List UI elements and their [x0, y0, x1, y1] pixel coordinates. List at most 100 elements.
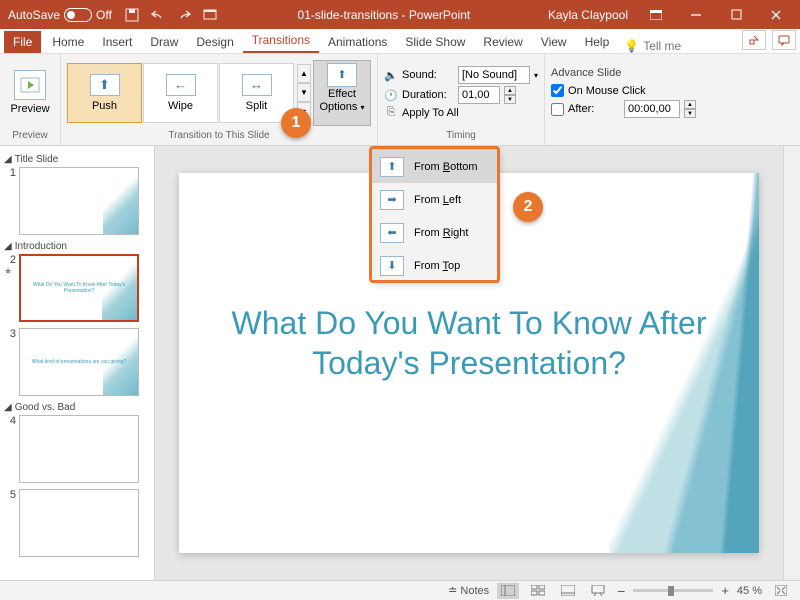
notes-button[interactable]: ≐ Notes [448, 584, 489, 597]
tab-slideshow[interactable]: Slide Show [396, 31, 474, 53]
tab-animations[interactable]: Animations [319, 31, 396, 53]
tab-view[interactable]: View [532, 31, 576, 53]
slide-sorter-view-icon[interactable] [527, 583, 549, 599]
group-preview: Preview [6, 128, 54, 143]
after-up[interactable]: ▲ [684, 100, 696, 109]
save-icon[interactable] [122, 5, 142, 25]
section-title-slide[interactable]: ◢ Title Slide [4, 154, 150, 165]
callout-1: 1 [281, 108, 311, 138]
thumbnail-1[interactable] [19, 167, 139, 235]
from-left-icon: ➡ [380, 190, 404, 210]
apply-all-icon: ⎘ [384, 106, 398, 119]
slide-thumbnail-panel[interactable]: ◢ Title Slide 1 ◢ Introduction 2★ What D… [0, 146, 155, 580]
section-introduction[interactable]: ◢ Introduction [4, 241, 150, 252]
slideshow-view-icon[interactable] [587, 583, 609, 599]
push-icon: ⬆ [90, 74, 120, 96]
thumb-number-4: 4 [4, 415, 16, 427]
tab-help[interactable]: Help [576, 31, 619, 53]
tell-me-label: Tell me [643, 39, 681, 53]
tab-file[interactable]: File [4, 31, 41, 53]
zoom-out-button[interactable]: − [617, 583, 625, 599]
thumb-number-5: 5 [4, 489, 16, 501]
start-from-beginning-icon[interactable] [200, 5, 220, 25]
maximize-icon[interactable] [716, 0, 756, 29]
thumb-number-1: 1 [4, 167, 16, 179]
ribbon-tabs: File Home Insert Draw Design Transitions… [0, 29, 800, 54]
close-icon[interactable] [756, 0, 796, 29]
effect-label1: Effect [328, 89, 356, 100]
tab-draw[interactable]: Draw [141, 31, 187, 53]
split-icon: ↔ [242, 74, 272, 96]
tab-home[interactable]: Home [43, 31, 93, 53]
sound-label: Sound: [402, 69, 454, 81]
normal-view-icon[interactable] [497, 583, 519, 599]
zoom-slider[interactable] [633, 589, 713, 592]
sound-dropdown-icon[interactable] [534, 69, 538, 81]
minimize-icon[interactable] [676, 0, 716, 29]
tab-transitions[interactable]: Transitions [243, 29, 319, 53]
ribbon-display-options-icon[interactable] [636, 0, 676, 29]
on-mouse-click-checkbox[interactable] [551, 84, 564, 97]
gallery-scroll-down[interactable]: ▼ [297, 83, 311, 102]
effect-label2: Options ▾ [320, 102, 365, 113]
undo-icon[interactable] [148, 5, 168, 25]
tab-review[interactable]: Review [474, 31, 531, 53]
on-mouse-click-label[interactable]: On Mouse Click [568, 85, 646, 97]
status-bar: ≐ Notes − + 45 % [0, 580, 800, 600]
transition-gallery: ⬆ Push ← Wipe ↔ Split ▲ ▼ ▾ [67, 63, 311, 123]
thumbnail-3[interactable]: What kind of presentations are you givin… [19, 328, 139, 396]
duration-down[interactable]: ▼ [504, 95, 516, 104]
tab-insert[interactable]: Insert [93, 31, 141, 53]
thumbnail-2[interactable]: What Do You Want To Know After Today's P… [19, 254, 139, 322]
advance-slide-header: Advance Slide [551, 67, 696, 79]
after-input[interactable] [624, 100, 680, 118]
effect-options-button[interactable]: ⬆ Effect Options ▾ [313, 60, 371, 126]
apply-to-all-button[interactable]: Apply To All [402, 107, 459, 119]
wipe-icon: ← [166, 74, 196, 96]
after-label[interactable]: After: [568, 103, 620, 115]
autosave-state: Off [96, 8, 112, 22]
comments-button[interactable] [772, 30, 796, 50]
menu-from-left[interactable]: ➡ From Left [372, 183, 498, 216]
duration-up[interactable]: ▲ [504, 86, 516, 95]
menu-from-top[interactable]: ⬇ From Top [372, 249, 498, 282]
reading-view-icon[interactable] [557, 583, 579, 599]
transition-push[interactable]: ⬆ Push [67, 63, 142, 123]
thumbnail-4[interactable] [19, 415, 139, 483]
section-good-vs-bad[interactable]: ◢ Good vs. Bad [4, 402, 150, 413]
transition-wipe[interactable]: ← Wipe [143, 63, 218, 123]
share-button[interactable] [742, 30, 766, 50]
gallery-scroll-up[interactable]: ▲ [297, 64, 311, 83]
menu-from-bottom[interactable]: ⬆ From Bottom [372, 150, 498, 183]
redo-icon[interactable] [174, 5, 194, 25]
preview-label: Preview [10, 103, 49, 115]
group-transition: Transition to This Slide [67, 128, 371, 143]
thumb-number-3: 3 [4, 328, 16, 340]
zoom-in-button[interactable]: + [721, 583, 729, 598]
menu-from-right[interactable]: ⬅ From Right [372, 216, 498, 249]
thumbnail-5[interactable] [19, 489, 139, 557]
fit-to-window-icon[interactable] [770, 583, 792, 599]
after-checkbox[interactable] [551, 103, 564, 116]
after-down[interactable]: ▼ [684, 109, 696, 118]
title-bar: AutoSave Off 01-slide-transitions - Powe… [0, 0, 800, 29]
zoom-level[interactable]: 45 % [737, 585, 762, 597]
slide-title-text[interactable]: What Do You Want To Know After Today's P… [179, 303, 759, 383]
duration-input[interactable] [458, 86, 500, 104]
sound-icon: 🔈 [384, 69, 398, 82]
autosave-toggle[interactable]: AutoSave Off [8, 8, 112, 22]
sound-select[interactable] [458, 66, 530, 84]
push-label: Push [92, 100, 117, 112]
vertical-scrollbar[interactable] [783, 146, 800, 580]
duration-icon: 🕐 [384, 89, 398, 102]
thumb-number-2: 2 [4, 254, 16, 266]
preview-icon [14, 70, 46, 100]
duration-label: Duration: [402, 89, 454, 101]
preview-button[interactable]: Preview [6, 60, 54, 126]
document-title: 01-slide-transitions - PowerPoint [220, 8, 548, 22]
user-name[interactable]: Kayla Claypool [548, 8, 628, 22]
wipe-label: Wipe [168, 100, 193, 112]
tab-design[interactable]: Design [187, 31, 242, 53]
from-top-icon: ⬇ [380, 256, 404, 276]
tell-me-search[interactable]: 💡 Tell me [624, 39, 681, 53]
